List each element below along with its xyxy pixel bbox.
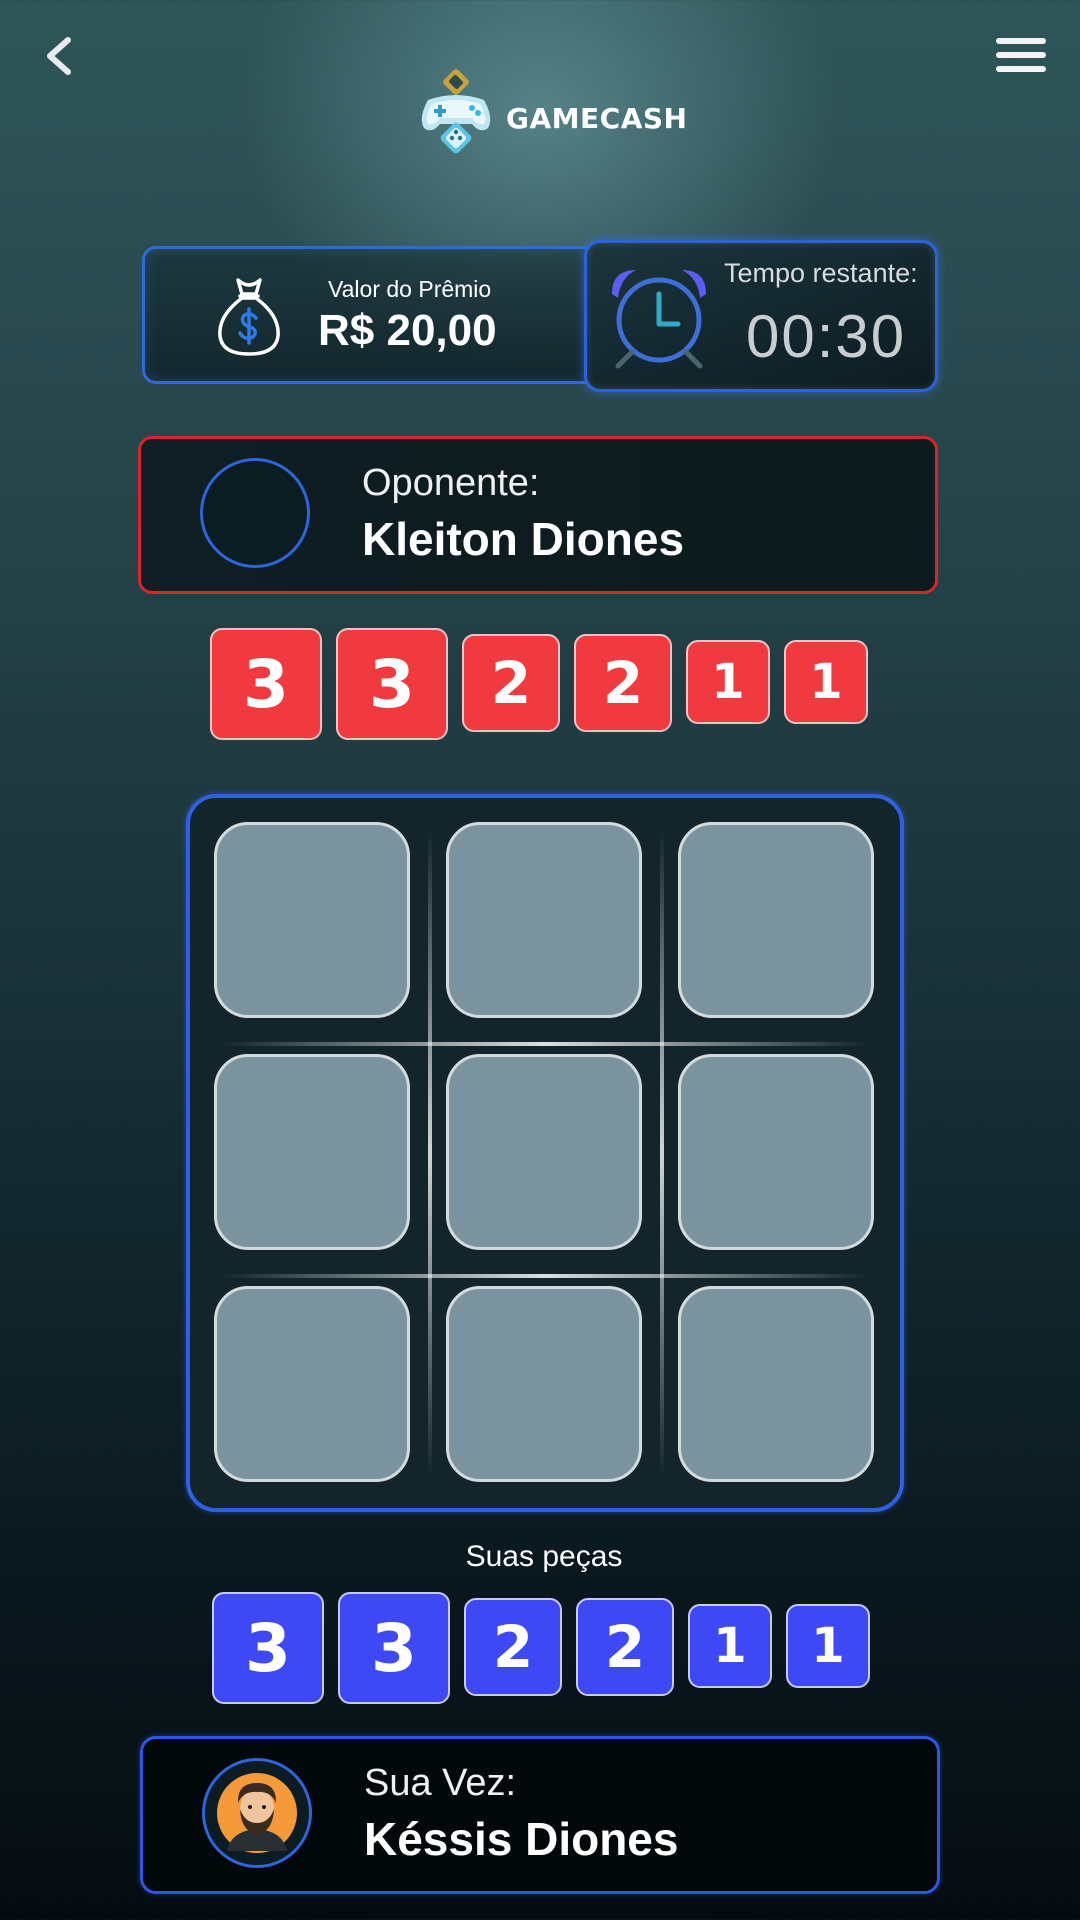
grid-line: [220, 1042, 870, 1046]
player-piece-1[interactable]: 1: [786, 1604, 870, 1688]
opponent-piece-3: 3: [336, 628, 448, 740]
board-cell[interactable]: [214, 822, 410, 1018]
player-piece-2[interactable]: 2: [464, 1598, 562, 1696]
bearded-man-avatar-icon: [217, 1773, 297, 1853]
hamburger-menu-icon: [996, 38, 1046, 44]
board-cell[interactable]: [214, 1286, 410, 1482]
player-piece-2[interactable]: 2: [576, 1598, 674, 1696]
player-avatar: [202, 1758, 312, 1868]
board-cell[interactable]: [446, 1054, 642, 1250]
board-cell[interactable]: [678, 1054, 874, 1250]
player-piece-3[interactable]: 3: [338, 1592, 450, 1704]
chevron-left-icon: [47, 37, 71, 75]
board-cell[interactable]: [678, 822, 874, 1018]
menu-button[interactable]: [996, 38, 1046, 84]
opponent-role-label: Oponente:: [362, 462, 540, 504]
pieces-label: Suas peças: [465, 1540, 623, 1573]
money-bag-icon: [214, 276, 284, 363]
opponent-piece-3: 3: [210, 628, 322, 740]
timer-label: Tempo restante:: [724, 258, 918, 288]
prize-label: Valor do Prêmio: [328, 276, 492, 302]
opponent-name: Kleiton Diones: [362, 513, 685, 565]
opponent-piece-2: 2: [462, 634, 560, 732]
opponent-piece-1: 1: [784, 640, 868, 724]
app-logo: GAMECASH: [418, 68, 687, 168]
board-cell[interactable]: [446, 1286, 642, 1482]
back-button[interactable]: [38, 34, 82, 78]
grid-line: [220, 1274, 870, 1278]
current-player-name: Késsis Diones: [364, 1813, 679, 1865]
opponent-piece-2: 2: [574, 634, 672, 732]
board-cell[interactable]: [214, 1054, 410, 1250]
opponent-piece-1: 1: [686, 640, 770, 724]
prize-value: R$ 20,00: [318, 306, 497, 355]
board-cell[interactable]: [678, 1286, 874, 1482]
board-cell[interactable]: [446, 822, 642, 1018]
alarm-clock-icon: [606, 264, 712, 375]
player-piece-1[interactable]: 1: [688, 1604, 772, 1688]
grid-line: [428, 828, 432, 1478]
timer-value: 00:30: [746, 303, 907, 370]
player-piece-3[interactable]: 3: [212, 1592, 324, 1704]
gamepad-logo-icon: [421, 69, 491, 154]
game-board: [186, 794, 904, 1512]
opponent-avatar: [200, 458, 310, 568]
logo-text: GAMECASH: [506, 101, 688, 135]
current-player-role-label: Sua Vez:: [364, 1762, 517, 1804]
grid-line: [660, 828, 664, 1478]
